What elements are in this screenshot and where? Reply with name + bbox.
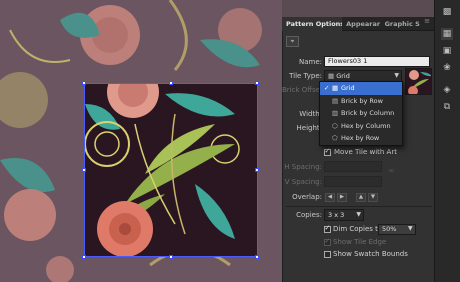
libraries-icon[interactable]: ▩: [441, 6, 453, 18]
right-panel-dock: [434, 0, 460, 282]
panel-tab-bar: Pattern Options Appearar Graphic S ≡: [282, 17, 434, 31]
tile-handle-ml[interactable]: [82, 168, 86, 172]
dropdown-item-brick-by-column[interactable]: ▥ Brick by Column: [320, 107, 402, 120]
copies-label: Copies:: [296, 211, 322, 219]
show-tile-edge-checkbox[interactable]: [324, 237, 331, 246]
grid-icon: ▦: [328, 72, 337, 80]
artboards-icon[interactable]: ⧉: [441, 101, 453, 113]
link-spacing-icon[interactable]: ∞: [388, 166, 395, 175]
dropdown-item-grid[interactable]: ✓ ▦ Grid: [320, 82, 402, 95]
hex-column-icon: ⬡: [332, 121, 338, 130]
dropdown-item-label: Brick by Row: [341, 96, 383, 105]
move-tile-label: Move Tile with Art: [334, 148, 397, 156]
pattern-tile[interactable]: [85, 84, 257, 256]
dropdown-item-label: Grid: [341, 84, 355, 92]
dropdown-item-label: Hex by Column: [341, 121, 391, 130]
dropdown-item-brick-by-row[interactable]: ▤ Brick by Row: [320, 95, 402, 108]
dim-copies-label: Dim Copies to:: [333, 225, 385, 233]
overlap-top-icon[interactable]: ▲: [356, 193, 366, 202]
chevron-down-icon[interactable]: ▼: [408, 225, 413, 232]
tile-handle-tl[interactable]: [82, 81, 86, 85]
tile-preview-thumbnail: [405, 68, 432, 95]
move-tile-checkbox[interactable]: [324, 147, 331, 156]
copies-value: 3 x 3: [328, 211, 345, 219]
tile-preview-art: [408, 70, 431, 94]
tile-edit-icon[interactable]: ⌖: [286, 36, 299, 47]
overlap-label: Overlap:: [292, 193, 322, 201]
dropdown-item-label: Hex by Row: [341, 134, 380, 143]
chevron-down-icon: ▼: [394, 72, 399, 79]
tile-handle-bm[interactable]: [169, 255, 173, 259]
copies-select[interactable]: 3 x 3 ▼: [324, 209, 364, 221]
tile-type-value: Grid: [336, 72, 350, 80]
chevron-down-icon: ▼: [356, 211, 361, 218]
color-guide-icon[interactable]: ▣: [441, 45, 453, 57]
grid-icon: ▦: [332, 84, 339, 92]
overlap-right-icon[interactable]: ▶: [337, 193, 347, 202]
panel-menu-icon[interactable]: ≡: [420, 17, 434, 30]
pattern-tile-art: [85, 84, 240, 256]
dim-copies-checkbox[interactable]: [324, 224, 331, 233]
tile-handle-tr[interactable]: [255, 81, 259, 85]
tile-handle-mr[interactable]: [255, 168, 259, 172]
v-spacing-label: V Spacing:: [284, 178, 322, 186]
overlap-left-icon[interactable]: ◀: [325, 193, 335, 202]
h-spacing-label: H Spacing:: [284, 163, 322, 171]
show-tile-edge-label: Show Tile Edge: [333, 238, 387, 246]
tab-pattern-options[interactable]: Pattern Options: [282, 17, 343, 31]
pattern-canvas[interactable]: [0, 0, 282, 282]
brick-offset-label: Brick Offset:: [282, 86, 326, 94]
name-label: Name:: [298, 58, 322, 66]
tab-appearance[interactable]: Appearar: [342, 17, 380, 31]
dim-copies-value: 50%: [382, 225, 397, 233]
height-label: Height:: [296, 124, 323, 132]
hex-row-icon: ⬠: [332, 134, 338, 143]
dropdown-item-label: Brick by Column: [341, 109, 395, 118]
tile-handle-tm[interactable]: [169, 81, 173, 85]
dropdown-item-hex-by-row[interactable]: ⬠ Hex by Row: [320, 132, 402, 145]
overlap-bottom-icon[interactable]: ▼: [368, 193, 378, 202]
tab-graphic-styles[interactable]: Graphic S: [381, 17, 421, 31]
symbols-icon[interactable]: ❀: [441, 62, 453, 74]
canvas-strip-above-panel: [282, 0, 434, 17]
tile-handle-br[interactable]: [255, 255, 259, 259]
h-spacing-field[interactable]: [324, 161, 382, 172]
tile-type-dropdown: ✓ ▦ Grid ▤ Brick by Row ▥ Brick by Column ⬡ H…: [319, 81, 403, 146]
brick-column-icon: ▥: [332, 109, 339, 118]
show-swatch-bounds-label: Show Swatch Bounds: [333, 250, 408, 258]
v-spacing-field[interactable]: [324, 176, 382, 187]
brick-row-icon: ▤: [332, 96, 339, 105]
name-field[interactable]: Flowers03 1: [324, 56, 430, 67]
layers-icon[interactable]: ◈: [441, 84, 453, 96]
swatches-icon[interactable]: ▦: [441, 28, 453, 40]
checkmark-icon: ✓: [324, 84, 330, 92]
tile-type-label: Tile Type:: [289, 72, 322, 80]
tile-handle-bl[interactable]: [82, 255, 86, 259]
show-swatch-bounds-checkbox[interactable]: [324, 251, 331, 258]
panel-divider: [286, 206, 432, 207]
width-label: Width:: [299, 110, 322, 118]
dropdown-item-hex-by-column[interactable]: ⬡ Hex by Column: [320, 120, 402, 133]
